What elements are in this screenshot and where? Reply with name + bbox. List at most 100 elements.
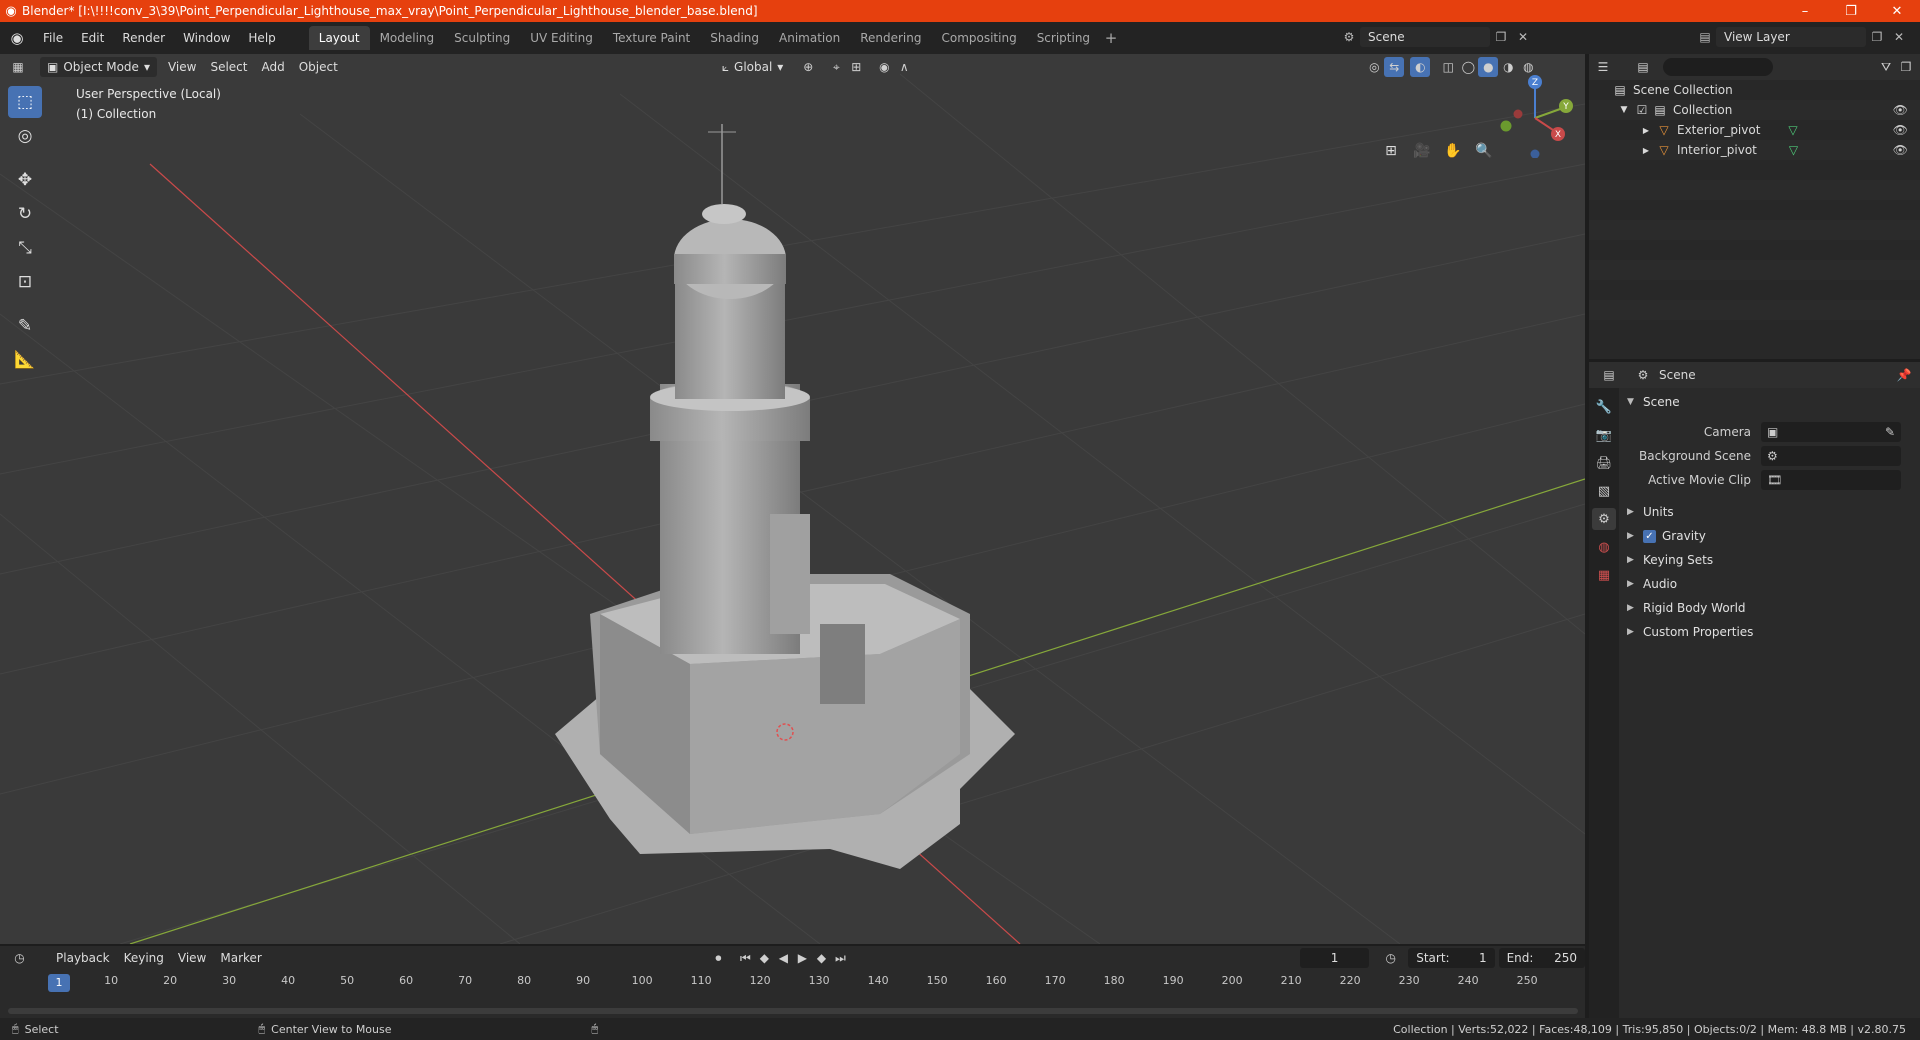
expand-arrow-icon[interactable]: ▼ bbox=[1615, 105, 1633, 115]
current-frame-field[interactable]: 1 bbox=[1299, 948, 1370, 968]
world-tab-icon[interactable]: ◍ bbox=[1592, 536, 1616, 558]
mode-dropdown[interactable]: ▣ Object Mode ▾ bbox=[40, 57, 157, 77]
close-button[interactable]: ✕ bbox=[1874, 0, 1920, 22]
viewport-menu-view[interactable]: View bbox=[161, 54, 203, 80]
eye-icon[interactable]: 👁 bbox=[1893, 143, 1908, 157]
tab-animation[interactable]: Animation bbox=[769, 26, 850, 50]
tab-shading[interactable]: Shading bbox=[700, 26, 769, 50]
menu-help[interactable]: Help bbox=[239, 22, 284, 54]
pivot-icon[interactable]: ⊕ bbox=[798, 57, 818, 77]
view-layer-icon[interactable]: ▤ bbox=[1694, 27, 1716, 47]
xray-icon[interactable]: ◫ bbox=[1438, 57, 1458, 77]
tab-scripting[interactable]: Scripting bbox=[1027, 26, 1100, 50]
scene-name-field[interactable]: Scene bbox=[1360, 27, 1490, 47]
scene-tab-icon[interactable]: ⚙ bbox=[1592, 508, 1616, 530]
minimize-button[interactable]: – bbox=[1782, 0, 1828, 22]
proportional-edit-icon[interactable]: ◉ bbox=[874, 57, 894, 77]
3d-viewport[interactable]: ▦ ▣ Object Mode ▾ View Select Add Object… bbox=[0, 54, 1585, 944]
tool-tab-icon[interactable]: 🔧 bbox=[1592, 396, 1616, 418]
properties-editor-icon[interactable]: ▤ bbox=[1599, 365, 1619, 385]
panel-units[interactable]: ▶ Units bbox=[1621, 500, 1920, 524]
panel-gravity[interactable]: ▶ ✓ Gravity bbox=[1621, 524, 1920, 548]
panel-keying-sets[interactable]: ▶ Keying Sets bbox=[1621, 548, 1920, 572]
timeline-menu-marker[interactable]: Marker bbox=[213, 945, 268, 971]
viewport-menu-add[interactable]: Add bbox=[254, 54, 291, 80]
render-tab-icon[interactable]: 📷 bbox=[1592, 424, 1616, 446]
tab-texture-paint[interactable]: Texture Paint bbox=[603, 26, 700, 50]
texture-tab-icon[interactable]: ▦ bbox=[1592, 564, 1616, 586]
new-scene-icon[interactable]: ❐ bbox=[1490, 27, 1512, 47]
panel-custom-properties[interactable]: ▶ Custom Properties bbox=[1621, 620, 1920, 644]
panel-audio[interactable]: ▶ Audio bbox=[1621, 572, 1920, 596]
menu-file[interactable]: File bbox=[34, 22, 72, 54]
gravity-checkbox[interactable]: ✓ bbox=[1643, 529, 1656, 543]
viewport-menu-object[interactable]: Object bbox=[292, 54, 345, 80]
jump-start-icon[interactable]: ⏮ bbox=[736, 948, 755, 968]
rotate-tool-icon[interactable]: ↻ bbox=[8, 198, 42, 230]
visibility-icon[interactable]: ◎ bbox=[1364, 57, 1384, 77]
snap-target-icon[interactable]: ⊞ bbox=[846, 57, 866, 77]
menu-edit[interactable]: Edit bbox=[72, 22, 113, 54]
blender-menu-icon[interactable]: ◉ bbox=[0, 29, 34, 47]
eye-icon[interactable]: 👁 bbox=[1893, 123, 1908, 137]
select-box-tool-icon[interactable]: ⬚ bbox=[8, 86, 42, 118]
pin-icon[interactable]: 📌 bbox=[1894, 365, 1914, 385]
tab-uv-editing[interactable]: UV Editing bbox=[520, 26, 603, 50]
display-mode-icon[interactable]: ▤ bbox=[1633, 57, 1653, 77]
annotate-tool-icon[interactable]: ✎ bbox=[8, 310, 42, 342]
falloff-icon[interactable]: ∧ bbox=[894, 57, 914, 77]
current-frame-indicator[interactable]: 1 bbox=[48, 974, 70, 992]
transform-tool-icon[interactable]: ⊡ bbox=[8, 266, 42, 298]
record-icon[interactable]: ⏺ bbox=[709, 948, 728, 968]
camera-view-icon[interactable]: 🎥 bbox=[1409, 138, 1435, 164]
camera-field[interactable]: ▣ ✎ bbox=[1761, 422, 1901, 442]
expand-arrow-icon[interactable]: ▶ bbox=[1637, 146, 1655, 155]
checkbox-icon[interactable]: ☑ bbox=[1633, 103, 1651, 117]
navigation-gizmo[interactable]: Z Y X bbox=[1490, 68, 1580, 158]
timeline-menu-view[interactable]: View bbox=[171, 945, 213, 971]
move-tool-icon[interactable]: ✥ bbox=[8, 164, 42, 196]
expand-arrow-icon[interactable]: ▶ bbox=[1637, 126, 1655, 135]
cursor-tool-icon[interactable]: ◎ bbox=[8, 120, 42, 152]
jump-end-icon[interactable]: ⏭ bbox=[831, 948, 850, 968]
view-layer-tab-icon[interactable]: ▧ bbox=[1592, 480, 1616, 502]
timeline-menu-playback[interactable]: Playback bbox=[49, 945, 117, 971]
tree-item-collection[interactable]: ▼ ☑ ▤ Collection 👁 bbox=[1589, 100, 1920, 120]
background-scene-field[interactable]: ⚙ bbox=[1761, 446, 1901, 466]
outliner-editor-icon[interactable]: ☰ bbox=[1593, 57, 1613, 77]
tree-item-scene-collection[interactable]: ▤ Scene Collection bbox=[1589, 80, 1920, 100]
filter-icon[interactable]: ⛛ bbox=[1876, 57, 1896, 77]
tab-rendering[interactable]: Rendering bbox=[850, 26, 931, 50]
eye-icon[interactable]: 👁 bbox=[1893, 103, 1908, 117]
tab-layout[interactable]: Layout bbox=[308, 26, 370, 50]
overlay-toggle-icon[interactable]: ◐ bbox=[1410, 57, 1431, 77]
outliner-search-input[interactable] bbox=[1663, 58, 1773, 76]
gizmo-toggle-icon[interactable]: ⇆ bbox=[1384, 57, 1405, 77]
orientation-dropdown[interactable]: ⟀ Global ▾ bbox=[715, 57, 791, 77]
tab-sculpting[interactable]: Sculpting bbox=[444, 26, 520, 50]
timeline-ruler[interactable]: 1102030405060708090100110120130140150160… bbox=[0, 974, 1585, 992]
new-collection-icon[interactable]: ❐ bbox=[1896, 57, 1916, 77]
tab-compositing[interactable]: Compositing bbox=[931, 26, 1026, 50]
timeline-menu-keying[interactable]: Keying bbox=[117, 945, 171, 971]
viewport-menu-select[interactable]: Select bbox=[203, 54, 254, 80]
start-frame-field[interactable]: Start: 1 bbox=[1408, 948, 1495, 968]
wireframe-shading-icon[interactable]: ◯ bbox=[1458, 57, 1478, 77]
tab-modeling[interactable]: Modeling bbox=[370, 26, 445, 50]
menu-window[interactable]: Window bbox=[174, 22, 239, 54]
scale-tool-icon[interactable]: ⤡ bbox=[8, 232, 42, 264]
grid-view-icon[interactable]: ⊞ bbox=[1378, 138, 1404, 164]
measure-tool-icon[interactable]: 📐 bbox=[8, 344, 42, 376]
panel-rigid-body-world[interactable]: ▶ Rigid Body World bbox=[1621, 596, 1920, 620]
clock-icon[interactable]: ◷ bbox=[1381, 948, 1400, 968]
output-tab-icon[interactable]: 🖨 bbox=[1592, 452, 1616, 474]
snap-icon[interactable]: ⌖ bbox=[826, 57, 846, 77]
play-reverse-icon[interactable]: ◀ bbox=[774, 948, 793, 968]
prev-keyframe-icon[interactable]: ◆ bbox=[755, 948, 774, 968]
eyedropper-icon[interactable]: ✎ bbox=[1885, 425, 1895, 439]
timeline-editor-icon[interactable]: ◷ bbox=[10, 948, 29, 968]
next-keyframe-icon[interactable]: ◆ bbox=[812, 948, 831, 968]
editor-type-icon[interactable]: ▦ bbox=[8, 57, 28, 77]
end-frame-field[interactable]: End: 250 bbox=[1498, 948, 1585, 968]
maximize-button[interactable]: ❐ bbox=[1828, 0, 1874, 22]
